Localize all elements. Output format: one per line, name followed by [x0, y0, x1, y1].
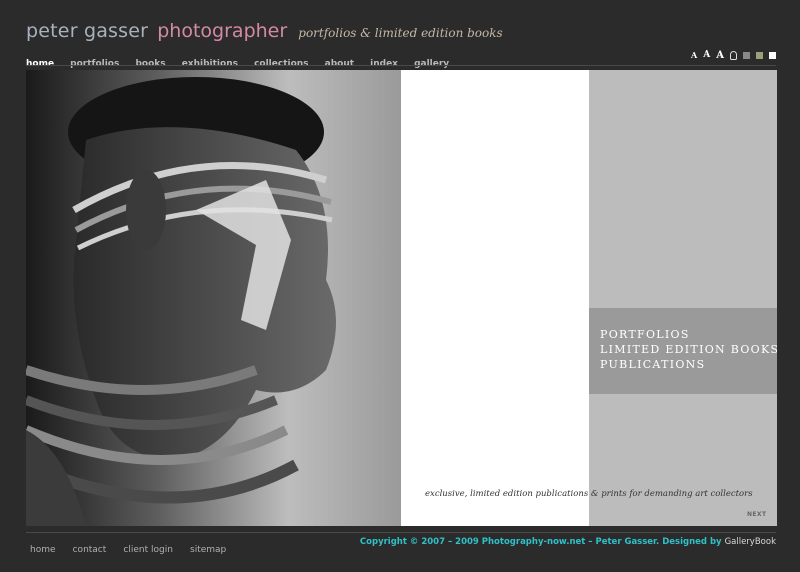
- nav-home[interactable]: home: [26, 59, 54, 69]
- footer-nav: home contact client login sitemap: [30, 537, 238, 556]
- swatch-olive[interactable]: [756, 51, 763, 59]
- header-divider: [26, 65, 776, 66]
- nav-about[interactable]: about: [325, 59, 354, 69]
- hero-menu-portfolios[interactable]: PORTFOLIOS: [600, 327, 777, 342]
- hero-grey-column: [589, 70, 777, 526]
- site-header: peter gasser photographer portfolios & l…: [26, 20, 503, 46]
- text-size-small-icon[interactable]: A: [691, 50, 697, 60]
- hero-menu: PORTFOLIOS LIMITED EDITION BOOKS PUBLICA…: [589, 308, 777, 394]
- portrait-illustration: [26, 77, 336, 526]
- swatch-grey[interactable]: [743, 51, 750, 59]
- nav-gallery[interactable]: gallery: [414, 59, 449, 69]
- footer-contact[interactable]: contact: [73, 545, 107, 555]
- nav-collections[interactable]: collections: [254, 59, 308, 69]
- next-button[interactable]: NEXT: [747, 511, 766, 518]
- footer-sitemap[interactable]: sitemap: [190, 545, 226, 555]
- site-role[interactable]: photographer: [157, 20, 287, 42]
- hero-photo[interactable]: [26, 70, 401, 526]
- nav-exhibitions[interactable]: exhibitions: [182, 59, 238, 69]
- designer-link[interactable]: GalleryBook: [725, 537, 776, 547]
- copyright-text: Copyright © 2007 – 2009 Photography-now.…: [359, 537, 722, 547]
- site-tagline: portfolios & limited edition books: [298, 26, 503, 40]
- nav-books[interactable]: books: [135, 59, 165, 69]
- site-name[interactable]: peter gasser: [26, 20, 148, 42]
- text-size-medium-icon[interactable]: A: [703, 50, 710, 60]
- footer-home[interactable]: home: [30, 545, 56, 555]
- nav-portfolios[interactable]: portfolios: [70, 59, 119, 69]
- footer-divider: [26, 532, 776, 533]
- copyright: Copyright © 2007 – 2009 Photography-now.…: [360, 537, 776, 547]
- text-size-large-icon[interactable]: A: [716, 50, 724, 61]
- footer-client-login[interactable]: client login: [123, 545, 173, 555]
- lightbulb-icon[interactable]: [730, 50, 737, 60]
- nav-index[interactable]: index: [370, 59, 398, 69]
- hero-caption: exclusive, limited edition publications …: [425, 489, 753, 499]
- hero-white-column: [401, 70, 589, 526]
- swatch-white[interactable]: [769, 51, 776, 59]
- hero-menu-limited-books[interactable]: LIMITED EDITION BOOKS: [600, 342, 777, 357]
- display-tools: A A A: [691, 49, 776, 61]
- hero-menu-publications[interactable]: PUBLICATIONS: [600, 357, 777, 372]
- hero-stage: PORTFOLIOS LIMITED EDITION BOOKS PUBLICA…: [26, 70, 777, 526]
